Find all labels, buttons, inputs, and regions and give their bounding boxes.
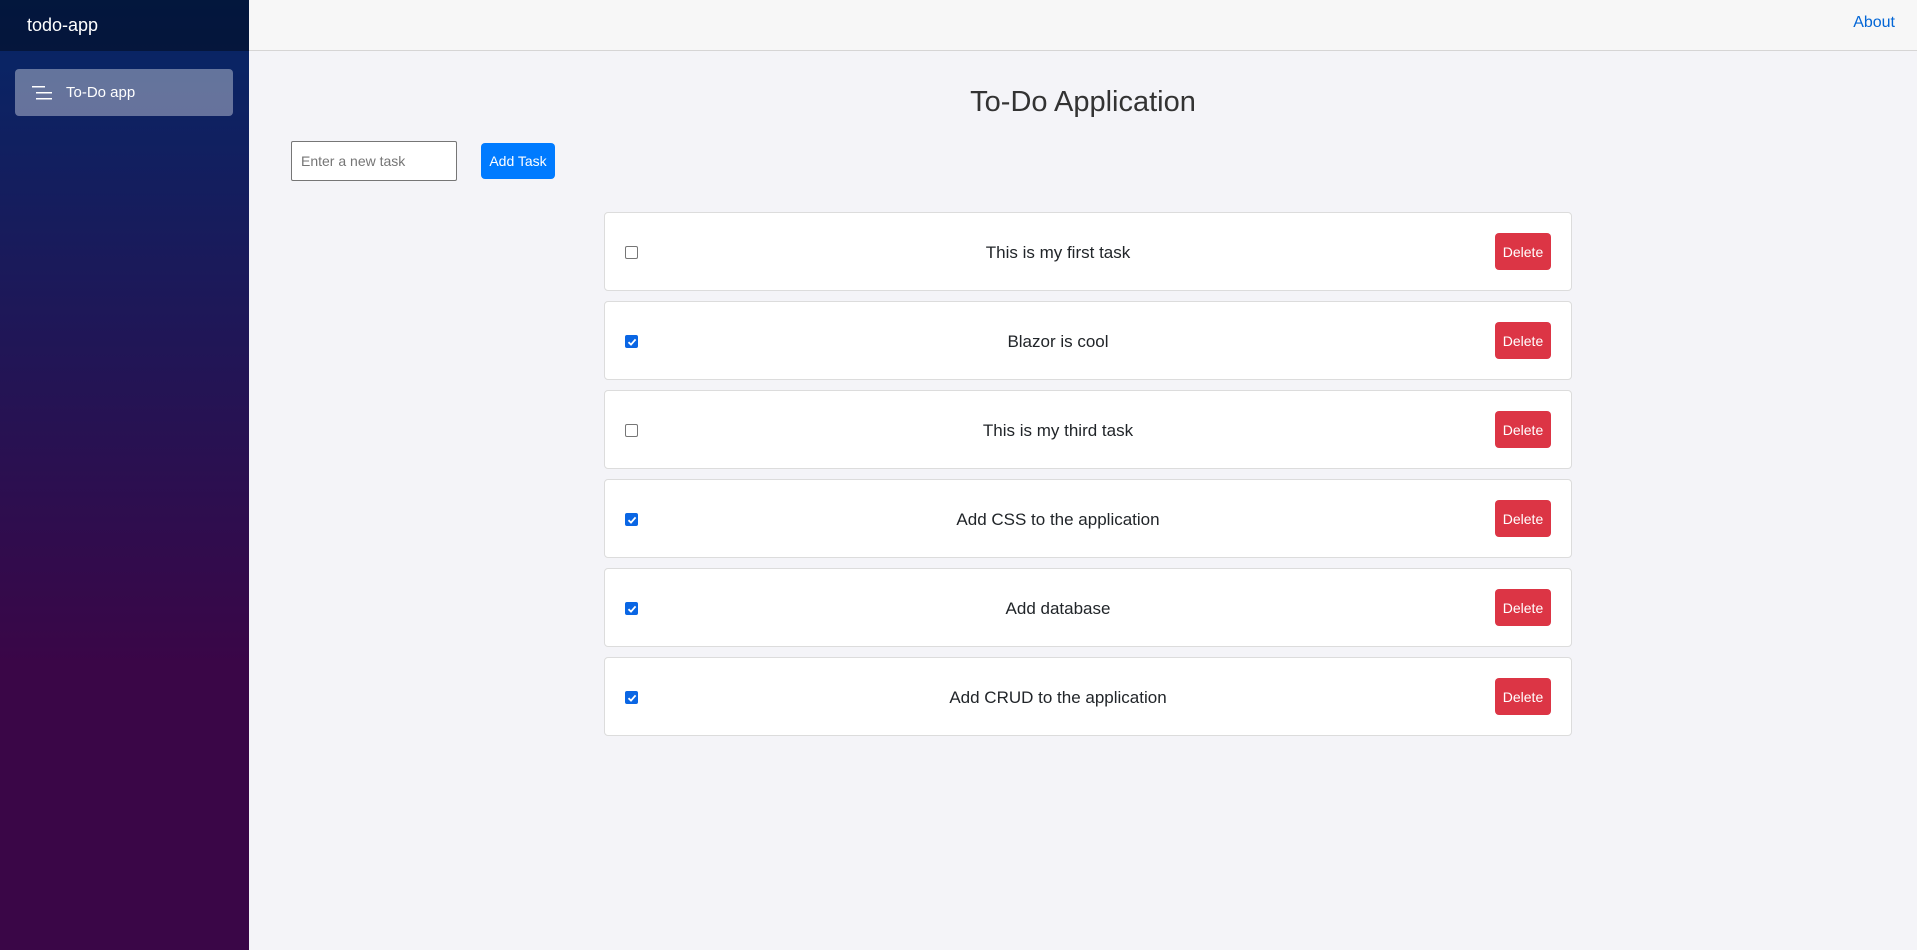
- task-checkbox[interactable]: [625, 513, 638, 526]
- task-text: Blazor is cool: [1007, 332, 1109, 351]
- top-row: About: [249, 0, 1917, 51]
- task-checkbox[interactable]: [625, 691, 638, 704]
- task-checkbox[interactable]: [625, 424, 638, 437]
- task-item: This is my first task Delete: [604, 212, 1572, 291]
- add-task-button[interactable]: Add Task: [481, 143, 555, 179]
- task-text: Add CRUD to the application: [949, 688, 1167, 707]
- task-text: This is my first task: [985, 243, 1131, 262]
- task-item: Add CRUD to the application Delete: [604, 657, 1572, 736]
- task-checkbox[interactable]: [625, 602, 638, 615]
- task-item: Add CSS to the application Delete: [604, 479, 1572, 558]
- sidebar-item-todo-app[interactable]: To-Do app: [15, 69, 233, 116]
- task-text: This is my third task: [982, 421, 1134, 440]
- about-link[interactable]: About: [1853, 14, 1895, 32]
- delete-button[interactable]: Delete: [1495, 678, 1551, 715]
- list-icon: [32, 85, 52, 101]
- task-checkbox[interactable]: [625, 335, 638, 348]
- delete-button[interactable]: Delete: [1495, 411, 1551, 448]
- main-content: To-Do Application Add Task This is my fi…: [249, 51, 1917, 950]
- delete-button[interactable]: Delete: [1495, 500, 1551, 537]
- delete-button[interactable]: Delete: [1495, 589, 1551, 626]
- delete-button[interactable]: Delete: [1495, 233, 1551, 270]
- task-checkbox[interactable]: [625, 246, 638, 259]
- task-text: Add database: [1005, 599, 1111, 618]
- sidebar-item-label: To-Do app: [66, 84, 136, 101]
- sidebar: todo-app To-Do app: [0, 0, 249, 950]
- brand-link[interactable]: todo-app: [27, 15, 98, 36]
- brand-bar: todo-app: [0, 0, 249, 51]
- task-text: Add CSS to the application: [956, 510, 1160, 529]
- task-list: This is my first task Delete Blazor is c…: [604, 212, 1572, 746]
- task-item: This is my third task Delete: [604, 390, 1572, 469]
- page-title: To-Do Application: [970, 86, 1196, 118]
- delete-button[interactable]: Delete: [1495, 322, 1551, 359]
- task-item: Blazor is cool Delete: [604, 301, 1572, 380]
- new-task-input[interactable]: [291, 141, 457, 181]
- task-item: Add database Delete: [604, 568, 1572, 647]
